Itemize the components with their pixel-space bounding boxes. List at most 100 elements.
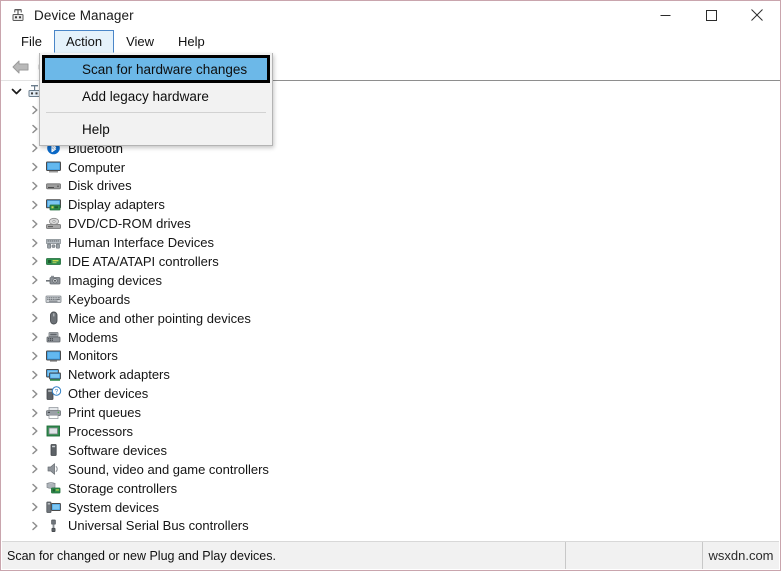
toolbar-separator: [263, 80, 780, 81]
chevron-right-icon[interactable]: [27, 483, 43, 493]
tree-item-label: Other devices: [68, 386, 149, 402]
device-tree[interactable]: Audio inputs and outputs Batteries: [2, 82, 779, 540]
sound-icon: [45, 461, 62, 477]
tree-item-label: Mice and other pointing devices: [68, 310, 251, 326]
tree-item-human-interface-devices[interactable]: Human Interface Devices: [2, 233, 779, 252]
maximize-button[interactable]: [688, 1, 734, 29]
menu-item-scan-for-hardware-changes[interactable]: Scan for hardware changes: [42, 55, 270, 83]
chevron-right-icon[interactable]: [27, 313, 43, 323]
tree-item-storage-controllers[interactable]: Storage controllers: [2, 479, 779, 498]
chevron-right-icon[interactable]: [27, 426, 43, 436]
menu-file-label: File: [21, 34, 42, 49]
tree-item-sound-video-and-game-controllers[interactable]: Sound, video and game controllers: [2, 460, 779, 479]
device-manager-window: Device Manager File Action View Help Blu…: [0, 0, 781, 571]
tree-item-label: System devices: [68, 499, 160, 515]
modem-icon: [45, 329, 62, 345]
mouse-icon: [45, 310, 62, 326]
tree-item-system-devices[interactable]: System devices: [2, 498, 779, 517]
title-bar: Device Manager: [1, 1, 780, 29]
display-adapter-icon: [45, 197, 62, 213]
tree-item-software-devices[interactable]: Software devices: [2, 441, 779, 460]
chevron-right-icon[interactable]: [27, 370, 43, 380]
tree-item-label: Modems: [68, 329, 118, 345]
tree-item-mice-and-other-pointing-devices[interactable]: Mice and other pointing devices: [2, 309, 779, 328]
menu-help[interactable]: Help: [166, 30, 217, 53]
other-device-icon: ?: [45, 385, 62, 402]
tree-item-dvd-cd-rom-drives[interactable]: DVD/CD-ROM drives: [2, 214, 779, 233]
chevron-right-icon[interactable]: [27, 275, 43, 285]
tree-item-label: Universal Serial Bus controllers: [68, 518, 249, 534]
menu-file[interactable]: File: [9, 30, 54, 53]
tree-item-label: Human Interface Devices: [68, 235, 214, 251]
svg-text:?: ?: [55, 388, 59, 395]
watermark: wsxdn.com: [702, 542, 779, 569]
tree-item-other-devices[interactable]: ? Other devices: [2, 384, 779, 403]
chevron-right-icon[interactable]: [27, 181, 43, 191]
window-controls: [642, 1, 780, 29]
chevron-right-icon[interactable]: [27, 521, 43, 531]
menu-help-label: Help: [178, 34, 205, 49]
menu-item-label: Help: [82, 121, 110, 137]
dvd-drive-icon: [45, 216, 62, 232]
chevron-right-icon[interactable]: [27, 464, 43, 474]
chevron-right-icon[interactable]: [27, 238, 43, 248]
tree-item-universal-serial-bus-controllers[interactable]: Universal Serial Bus controllers: [2, 516, 779, 535]
tree-item-label: Keyboards: [68, 291, 131, 307]
tree-item-monitors[interactable]: Monitors: [2, 346, 779, 365]
tree-item-ide-ata-atapi-controllers[interactable]: IDE ATA/ATAPI controllers: [2, 252, 779, 271]
menu-item-add-legacy-hardware[interactable]: Add legacy hardware: [40, 83, 272, 109]
menu-bar: File Action View Help: [1, 29, 780, 53]
tree-item-modems[interactable]: Modems: [2, 328, 779, 347]
chevron-right-icon[interactable]: [27, 162, 43, 172]
tree-item-disk-drives[interactable]: Disk drives: [2, 176, 779, 195]
chevron-right-icon[interactable]: [27, 445, 43, 455]
monitor-icon: [45, 348, 62, 364]
menu-view-label: View: [126, 34, 155, 49]
back-arrow-icon[interactable]: [7, 55, 33, 79]
software-device-icon: [45, 442, 62, 458]
tree-item-label: Print queues: [68, 405, 141, 421]
tree-item-label: Display adapters: [68, 197, 165, 213]
minimize-button[interactable]: [642, 1, 688, 29]
tree-item-computer[interactable]: Computer: [2, 158, 779, 177]
chevron-right-icon[interactable]: [27, 351, 43, 361]
tree-item-network-adapters[interactable]: Network adapters: [2, 365, 779, 384]
computer-icon: [45, 159, 62, 175]
menu-action[interactable]: Action: [53, 30, 115, 53]
tree-item-label: Processors: [68, 423, 134, 439]
chevron-right-icon[interactable]: [27, 502, 43, 512]
imaging-icon: [45, 272, 62, 288]
menu-action-label: Action: [65, 34, 103, 49]
tree-item-processors[interactable]: Processors: [2, 422, 779, 441]
chevron-right-icon[interactable]: [27, 200, 43, 210]
tree-item-label: IDE ATA/ATAPI controllers: [68, 253, 219, 269]
tree-item-label: Disk drives: [68, 178, 132, 194]
chevron-right-icon[interactable]: [27, 256, 43, 266]
storage-controller-icon: [45, 480, 62, 496]
action-dropdown-menu: Scan for hardware changes Add legacy har…: [39, 53, 273, 146]
menu-separator: [46, 112, 266, 113]
tree-item-keyboards[interactable]: Keyboards: [2, 290, 779, 309]
menu-item-label: Scan for hardware changes: [82, 61, 248, 77]
tree-item-label: Computer: [68, 159, 126, 175]
tree-item-label: Imaging devices: [68, 272, 162, 288]
chevron-right-icon[interactable]: [27, 219, 43, 229]
keyboard-icon: [45, 291, 62, 307]
status-message: Scan for changed or new Plug and Play de…: [7, 548, 276, 563]
tree-item-print-queues[interactable]: Print queues: [2, 403, 779, 422]
chevron-down-icon[interactable]: [8, 86, 24, 97]
usb-icon: [45, 518, 62, 534]
ide-controller-icon: [45, 253, 62, 269]
menu-item-help[interactable]: Help: [40, 116, 272, 142]
disk-drive-icon: [45, 178, 62, 194]
status-bar: Scan for changed or new Plug and Play de…: [2, 541, 779, 569]
menu-view[interactable]: View: [114, 30, 166, 53]
tree-item-imaging-devices[interactable]: Imaging devices: [2, 271, 779, 290]
chevron-right-icon[interactable]: [27, 332, 43, 342]
close-button[interactable]: [734, 1, 780, 29]
chevron-right-icon[interactable]: [27, 294, 43, 304]
chevron-right-icon[interactable]: [27, 389, 43, 399]
window-title: Device Manager: [34, 7, 134, 23]
chevron-right-icon[interactable]: [27, 408, 43, 418]
tree-item-display-adapters[interactable]: Display adapters: [2, 195, 779, 214]
